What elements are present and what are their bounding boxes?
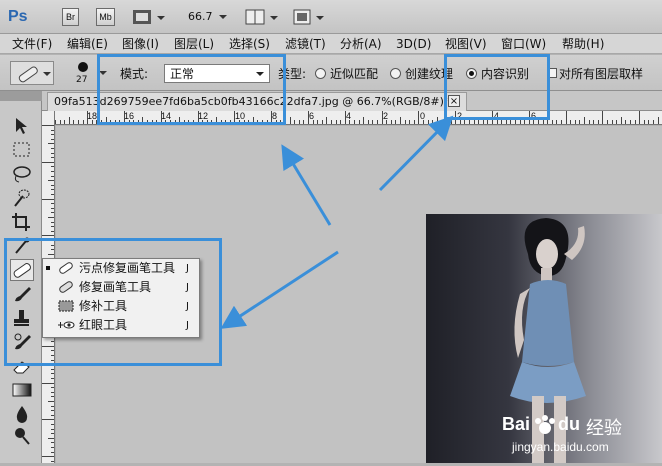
arrow-to-flyout [220, 250, 339, 329]
arrow-to-mode [281, 144, 332, 226]
annotation-arrows [220, 115, 454, 329]
arrow-to-content-aware [378, 115, 454, 192]
